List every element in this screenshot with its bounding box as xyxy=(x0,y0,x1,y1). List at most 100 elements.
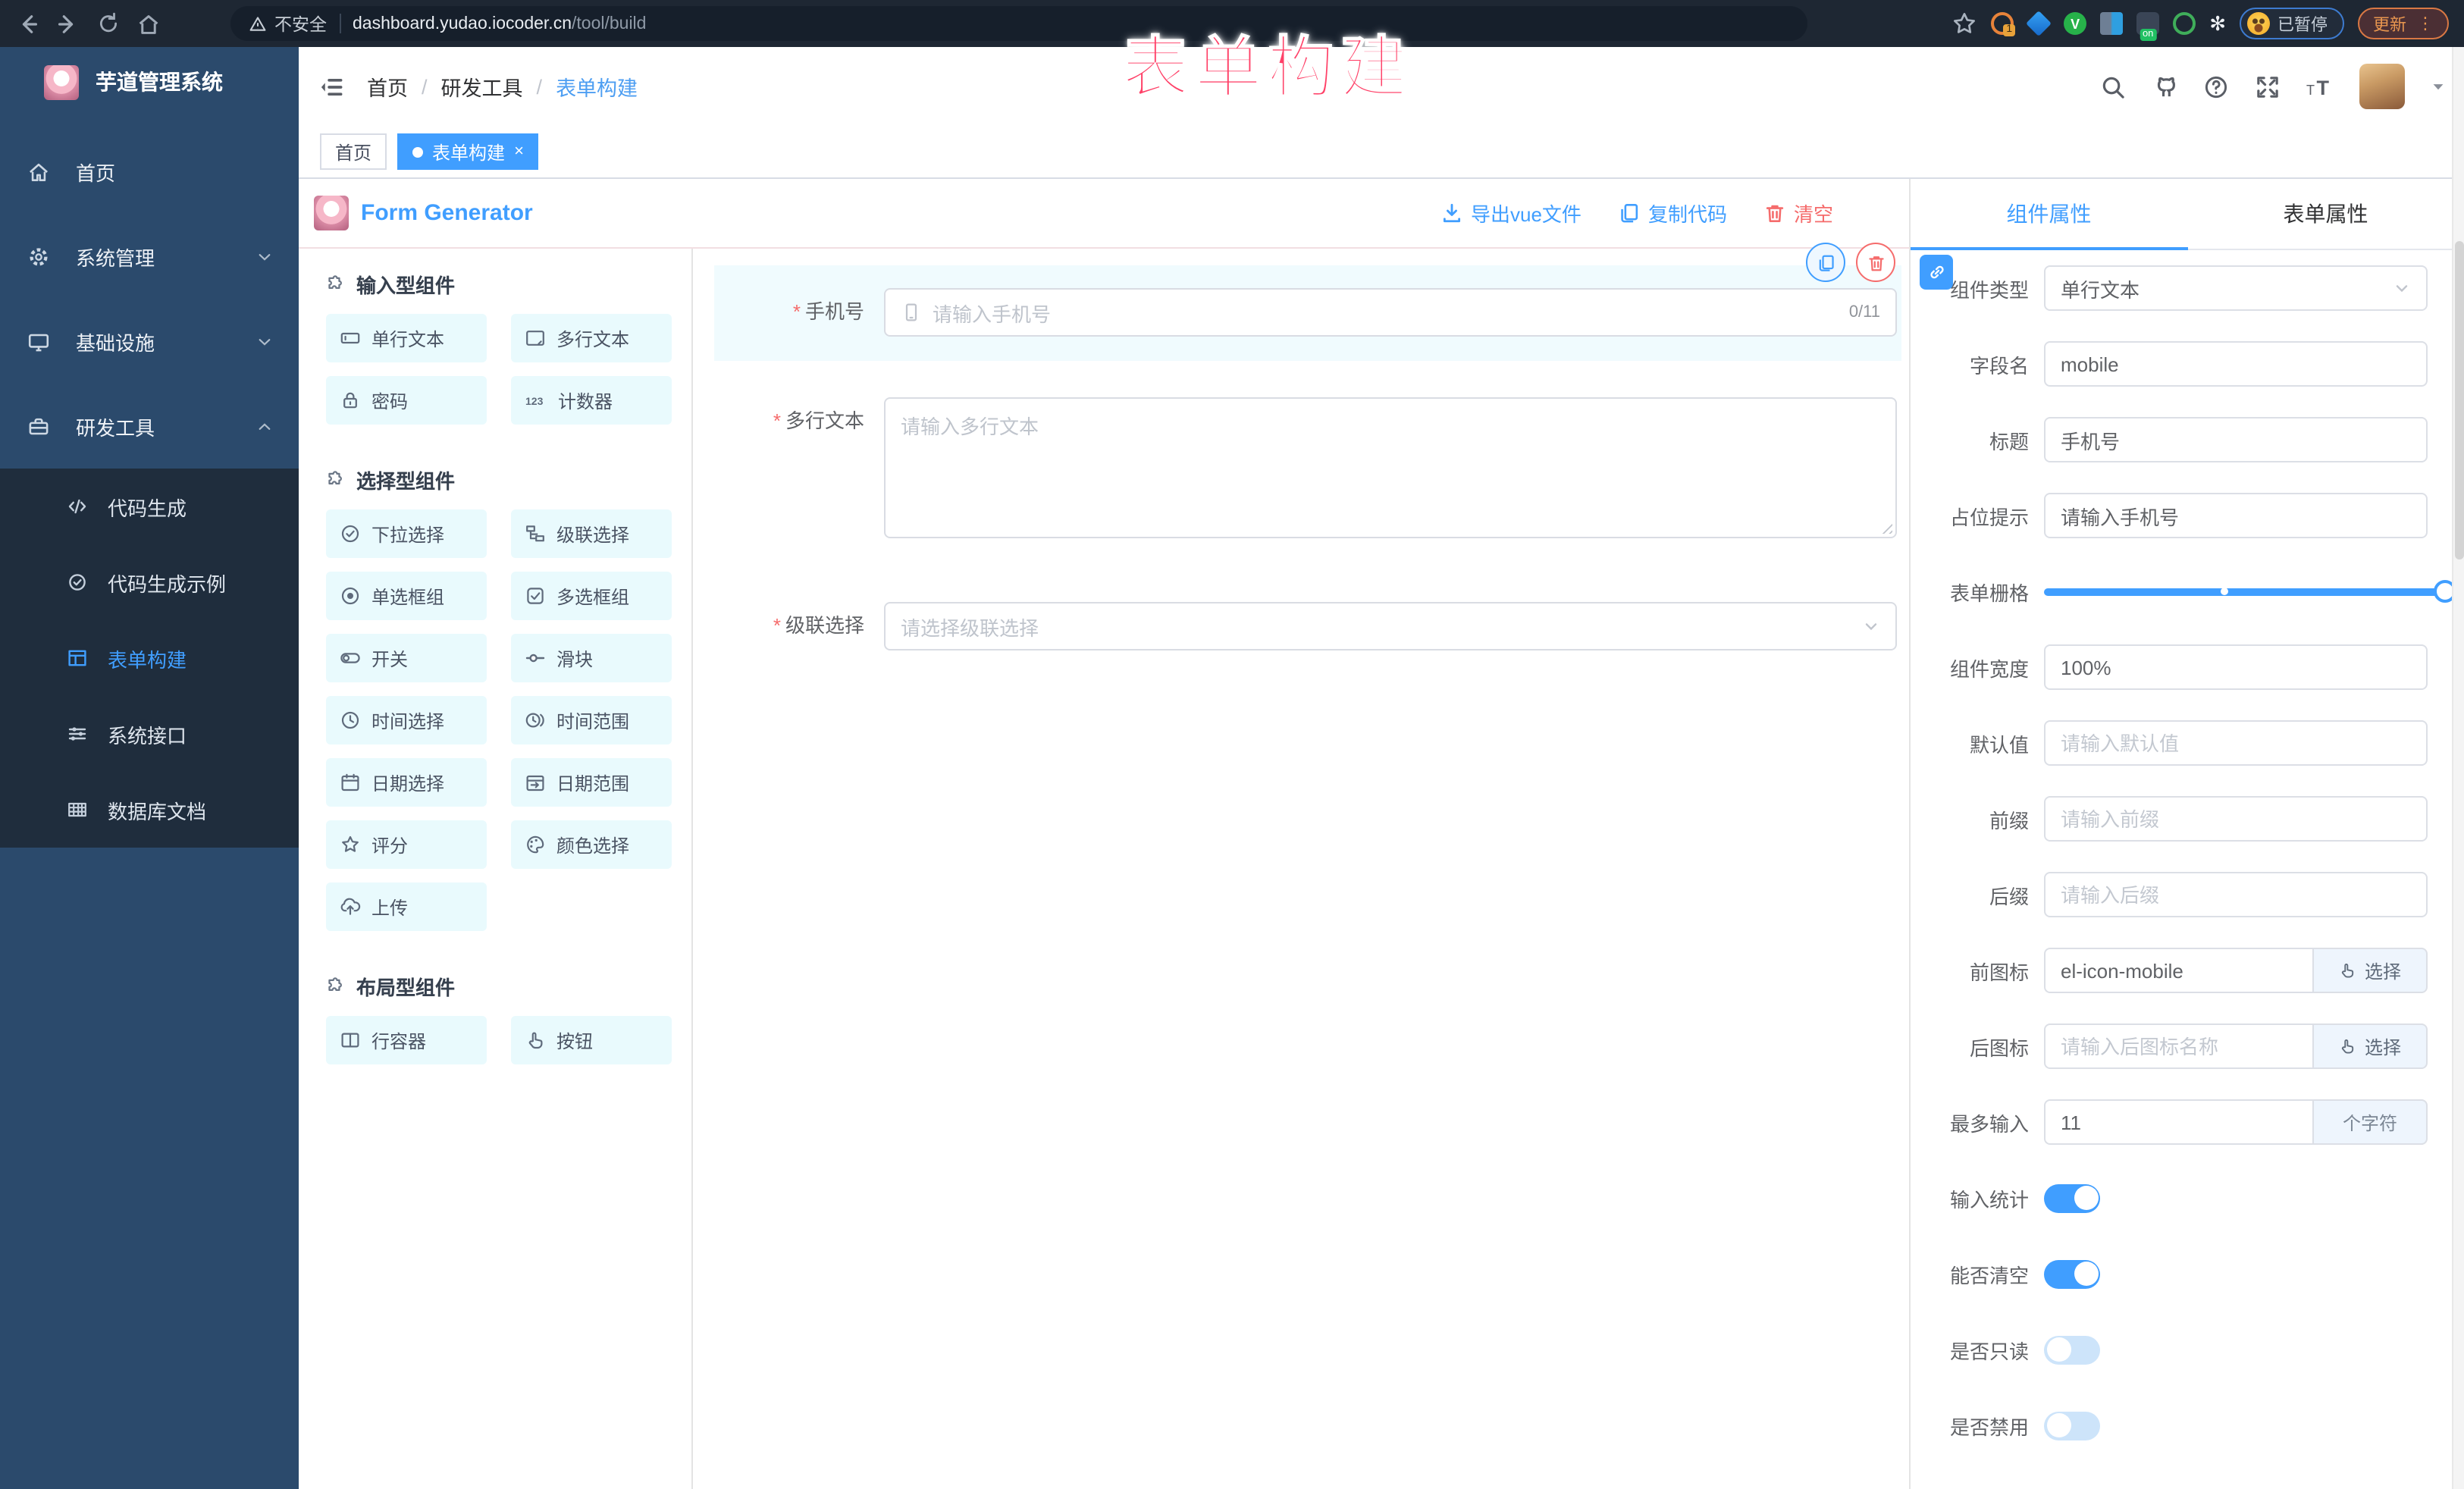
form-grid-slider[interactable] xyxy=(2044,569,2446,614)
address-bar[interactable]: 不安全 dashboard.yudao.iocoder.cn/tool/buil… xyxy=(230,6,1807,41)
update-button[interactable]: 更新 ⋮ xyxy=(2358,8,2449,39)
component-item-cascader[interactable]: 级联选择 xyxy=(511,509,672,558)
cascader-input[interactable]: 请选择级联选择 xyxy=(884,602,1897,650)
sidebar-item-db-doc[interactable]: 数据库文档 xyxy=(0,772,299,848)
app-logo-row[interactable]: 芋道管理系统 xyxy=(0,47,299,117)
chevron-down-icon[interactable] xyxy=(2431,79,2446,94)
extension-icon-3[interactable]: V xyxy=(2064,12,2086,35)
default-value-input[interactable] xyxy=(2061,732,2411,754)
prefix-icon-input[interactable] xyxy=(2061,959,2297,982)
user-avatar[interactable] xyxy=(2359,64,2405,109)
component-item-color-picker[interactable]: 颜色选择 xyxy=(511,820,672,869)
fullscreen-icon[interactable] xyxy=(2255,74,2281,99)
component-item-date-picker[interactable]: 日期选择 xyxy=(326,758,487,807)
max-length-input[interactable] xyxy=(2061,1111,2297,1133)
breadcrumb-devtools[interactable]: 研发工具 xyxy=(441,71,523,102)
breadcrumb-home[interactable]: 首页 xyxy=(367,71,408,102)
delete-item-button[interactable] xyxy=(1856,243,1895,282)
sidebar-item-api[interactable]: 系统接口 xyxy=(0,696,299,772)
component-item-counter[interactable]: 123 计数器 xyxy=(511,376,672,425)
clearable-toggle[interactable] xyxy=(2044,1259,2100,1288)
profile-paused-chip[interactable]: 已暂停 xyxy=(2240,8,2344,39)
component-item-single-line-text[interactable]: 单行文本 xyxy=(326,314,487,362)
width-input[interactable] xyxy=(2061,656,2411,679)
extension-icon-2[interactable] xyxy=(2026,11,2052,36)
help-icon[interactable] xyxy=(2203,74,2229,99)
form-item-mobile[interactable]: *手机号 请输入手机号 0/11 xyxy=(714,265,1901,361)
component-item-select[interactable]: 下拉选择 xyxy=(326,509,487,558)
choose-label: 选择 xyxy=(2365,958,2401,983)
prefix-input[interactable] xyxy=(2061,807,2411,830)
component-item-upload[interactable]: 上传 xyxy=(326,882,487,931)
component-item-button[interactable]: 按钮 xyxy=(511,1016,672,1064)
component-label: 上传 xyxy=(371,894,408,920)
readonly-toggle[interactable] xyxy=(2044,1335,2100,1364)
menu-kebab-icon[interactable]: ⋮ xyxy=(2417,16,2434,31)
mobile-input[interactable]: 请输入手机号 0/11 xyxy=(884,288,1897,337)
tag-home[interactable]: 首页 xyxy=(320,133,387,170)
disabled-toggle[interactable] xyxy=(2044,1411,2100,1440)
download-icon xyxy=(1440,202,1463,224)
collapse-sidebar-icon[interactable] xyxy=(318,74,344,99)
github-icon[interactable] xyxy=(2152,74,2177,99)
back-icon[interactable] xyxy=(15,11,39,36)
link-field-button[interactable] xyxy=(1920,255,1953,290)
sidebar-item-code-gen[interactable]: 代码生成 xyxy=(0,469,299,544)
forward-icon[interactable] xyxy=(56,11,80,36)
sidebar-item-home[interactable]: 首页 xyxy=(0,129,299,214)
extension-icon-6[interactable] xyxy=(2173,12,2196,35)
component-item-time-picker[interactable]: 时间选择 xyxy=(326,696,487,744)
component-item-password[interactable]: 密码 xyxy=(326,376,487,425)
scrollbar-thumb[interactable] xyxy=(2455,241,2464,560)
site-security[interactable]: 不安全 xyxy=(249,11,327,36)
sidebar-item-system[interactable]: 系统管理 xyxy=(0,214,299,299)
extension-icon-1[interactable]: 1 xyxy=(1991,12,2014,35)
copy-code-button[interactable]: 复制代码 xyxy=(1618,199,1727,227)
form-item-cascader[interactable]: *级联选择 请选择级联选择 xyxy=(714,602,1901,650)
extension-icon-4[interactable] xyxy=(2100,12,2123,35)
component-item-time-range[interactable]: 时间范围 xyxy=(511,696,672,744)
clock-icon xyxy=(340,710,361,731)
form-item-textarea[interactable]: *多行文本 请输入多行文本 xyxy=(714,397,1901,538)
component-item-radio-group[interactable]: 单选框组 xyxy=(326,572,487,620)
component-item-date-range[interactable]: 日期范围 xyxy=(511,758,672,807)
search-icon[interactable] xyxy=(2100,74,2126,99)
copy-item-button[interactable] xyxy=(1806,243,1845,282)
component-type-select[interactable]: 单行文本 xyxy=(2044,265,2428,311)
tab-component-props[interactable]: 组件属性 xyxy=(1911,179,2187,249)
component-item-switch[interactable]: 开关 xyxy=(326,634,487,682)
suffix-input[interactable] xyxy=(2061,883,2411,906)
component-item-rate[interactable]: 评分 xyxy=(326,820,487,869)
choose-prefix-icon-button[interactable]: 选择 xyxy=(2312,948,2428,993)
bookmark-star-icon[interactable] xyxy=(1951,11,1977,36)
suffix-icon-input[interactable] xyxy=(2061,1035,2297,1058)
extension-icon-7[interactable]: ✻ xyxy=(2209,11,2226,36)
clear-button[interactable]: 清空 xyxy=(1763,199,1833,227)
field-name-input[interactable] xyxy=(2061,353,2411,375)
component-item-row-container[interactable]: 行容器 xyxy=(326,1016,487,1064)
placeholder-input[interactable] xyxy=(2061,504,2411,527)
export-vue-button[interactable]: 导出vue文件 xyxy=(1440,199,1582,227)
home-icon[interactable] xyxy=(136,11,161,36)
tag-form-builder[interactable]: 表单构建 × xyxy=(397,133,539,170)
font-size-icon[interactable]: TT xyxy=(2306,74,2334,99)
textarea-input[interactable]: 请输入多行文本 xyxy=(884,397,1897,538)
app-title: 芋道管理系统 xyxy=(96,67,223,97)
sidebar-item-devtools[interactable]: 研发工具 xyxy=(0,384,299,469)
component-item-textarea[interactable]: 多行文本 xyxy=(511,314,672,362)
window-scrollbar[interactable] xyxy=(2452,47,2464,1489)
close-icon[interactable]: × xyxy=(514,143,524,160)
sidebar-item-infra[interactable]: 基础设施 xyxy=(0,299,299,384)
component-item-checkbox-group[interactable]: 多选框组 xyxy=(511,572,672,620)
sidebar-item-form-builder[interactable]: 表单构建 xyxy=(0,620,299,696)
drawing-board[interactable]: *手机号 请输入手机号 0/11 *多行文本 请输入多行文 xyxy=(693,249,1909,1489)
component-item-slider[interactable]: 滑块 xyxy=(511,634,672,682)
extension-icon-5[interactable]: on xyxy=(2136,12,2159,35)
component-label: 行容器 xyxy=(371,1027,426,1053)
tab-form-props[interactable]: 表单属性 xyxy=(2187,179,2464,249)
choose-suffix-icon-button[interactable]: 选择 xyxy=(2312,1023,2428,1069)
refresh-icon[interactable] xyxy=(97,12,120,35)
input-statistics-toggle[interactable] xyxy=(2044,1183,2100,1212)
title-input[interactable] xyxy=(2061,428,2411,451)
sidebar-item-code-gen-example[interactable]: 代码生成示例 xyxy=(0,544,299,620)
